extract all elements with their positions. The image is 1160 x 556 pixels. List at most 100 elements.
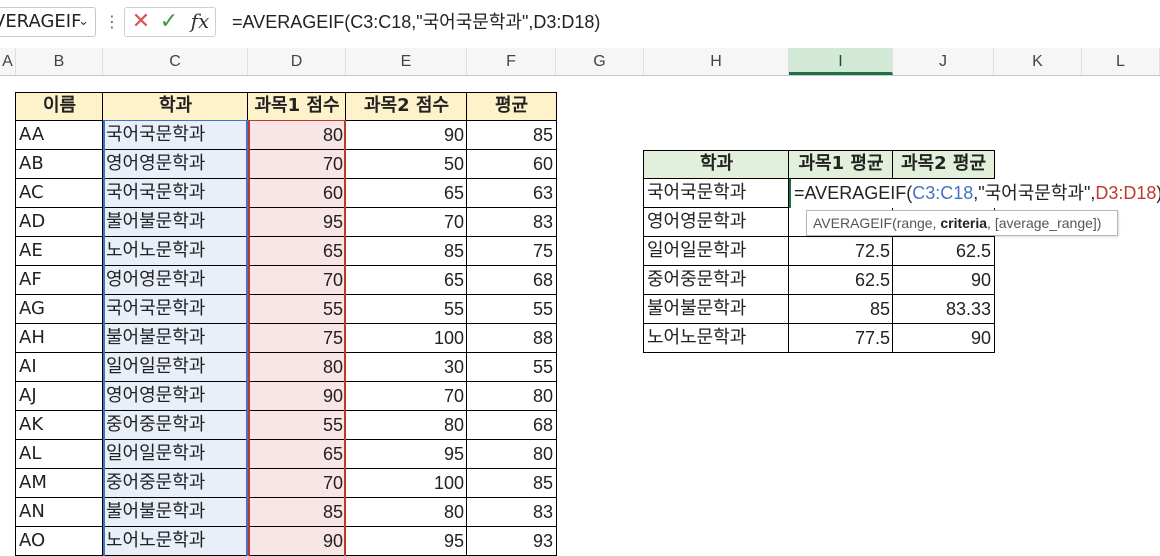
column-header-e[interactable]: E xyxy=(346,48,467,75)
table-cell[interactable]: 65 xyxy=(346,179,467,208)
table-cell[interactable]: 60 xyxy=(248,179,346,208)
table-cell[interactable]: 노어노문학과 xyxy=(103,237,248,266)
table-cell[interactable]: 영어영문학과 xyxy=(103,382,248,411)
summary-cell[interactable]: 77.5 xyxy=(789,324,893,353)
column-header-j[interactable]: J xyxy=(893,48,994,75)
summary-cell[interactable]: 중어중문학과 xyxy=(644,266,789,295)
column-header-c[interactable]: C xyxy=(103,48,248,75)
table-cell[interactable]: AB xyxy=(16,150,103,179)
table-cell[interactable]: 80 xyxy=(467,382,556,411)
table-cell[interactable]: 노어노문학과 xyxy=(103,527,248,556)
table-cell[interactable]: 일어일문학과 xyxy=(103,353,248,382)
summary-cell[interactable]: 85 xyxy=(789,295,893,324)
table-cell[interactable]: AI xyxy=(16,353,103,382)
table-cell[interactable]: 68 xyxy=(467,411,556,440)
table-cell[interactable]: 80 xyxy=(467,440,556,469)
table-cell[interactable]: 55 xyxy=(467,353,556,382)
table-cell[interactable]: 국어국문학과 xyxy=(103,121,248,150)
table-cell[interactable]: 50 xyxy=(346,150,467,179)
insert-function-icon[interactable]: fx xyxy=(188,7,212,35)
worksheet-grid[interactable]: 이름 학과 과목1 점수 과목2 점수 평균 AA 국어국문학과 80 90 85 AB 영어영문학과… xyxy=(0,76,1160,556)
table-cell[interactable]: 55 xyxy=(467,295,556,324)
formula-input[interactable]: =AVERAGEIF(C3:C18,"국어국문학과",D3:D18) xyxy=(220,6,1160,38)
table-cell[interactable]: 95 xyxy=(346,527,467,556)
table-cell[interactable]: 90 xyxy=(248,527,346,556)
table-cell[interactable]: 국어국문학과 xyxy=(103,295,248,324)
table-cell[interactable]: 85 xyxy=(467,121,556,150)
table-cell[interactable]: 95 xyxy=(248,208,346,237)
table-cell[interactable]: 국어국문학과 xyxy=(103,179,248,208)
table-cell[interactable]: AM xyxy=(16,469,103,498)
table-cell[interactable]: 65 xyxy=(248,237,346,266)
table-cell[interactable]: 불어불문학과 xyxy=(103,498,248,527)
table-cell[interactable]: 30 xyxy=(346,353,467,382)
table-cell[interactable]: 영어영문학과 xyxy=(103,150,248,179)
column-header-l[interactable]: L xyxy=(1082,48,1160,75)
column-header-a[interactable]: A xyxy=(0,48,16,75)
table-cell[interactable]: 85 xyxy=(467,469,556,498)
column-header-g[interactable]: G xyxy=(556,48,644,75)
table-cell[interactable]: AH xyxy=(16,324,103,353)
table-header-cell[interactable]: 과목1 점수 xyxy=(248,92,346,121)
table-cell[interactable]: 100 xyxy=(346,324,467,353)
table-cell[interactable]: 60 xyxy=(467,150,556,179)
chevron-down-icon[interactable]: ⌄ xyxy=(78,8,89,36)
summary-cell[interactable]: 영어영문학과 xyxy=(644,208,789,237)
table-cell[interactable]: 90 xyxy=(248,382,346,411)
table-cell[interactable]: 65 xyxy=(248,440,346,469)
table-cell[interactable]: 70 xyxy=(346,382,467,411)
table-cell[interactable]: 55 xyxy=(248,411,346,440)
table-cell[interactable]: 63 xyxy=(467,179,556,208)
table-cell[interactable]: 일어일문학과 xyxy=(103,440,248,469)
table-cell[interactable]: 88 xyxy=(467,324,556,353)
column-header-h[interactable]: H xyxy=(644,48,789,75)
table-cell[interactable]: AG xyxy=(16,295,103,324)
table-cell[interactable]: 중어중문학과 xyxy=(103,411,248,440)
table-cell[interactable]: 영어영문학과 xyxy=(103,266,248,295)
table-cell[interactable]: AD xyxy=(16,208,103,237)
table-cell[interactable]: AK xyxy=(16,411,103,440)
table-cell[interactable]: 80 xyxy=(346,411,467,440)
table-cell[interactable]: 55 xyxy=(346,295,467,324)
column-header-k[interactable]: K xyxy=(994,48,1082,75)
table-cell[interactable]: 불어불문학과 xyxy=(103,208,248,237)
table-cell[interactable]: 75 xyxy=(467,237,556,266)
table-cell[interactable]: 75 xyxy=(248,324,346,353)
summary-cell[interactable]: 62.5 xyxy=(893,237,994,266)
table-cell[interactable]: 불어불문학과 xyxy=(103,324,248,353)
table-cell[interactable]: 70 xyxy=(248,150,346,179)
table-cell[interactable]: 100 xyxy=(346,469,467,498)
table-header-cell[interactable]: 과목2 점수 xyxy=(346,92,467,121)
table-cell[interactable]: 55 xyxy=(248,295,346,324)
cancel-icon[interactable]: ✕ xyxy=(130,8,152,36)
active-cell-editor[interactable]: =AVERAGEIF(C3:C18,"국어국문학과",D3:D18) xyxy=(789,179,1160,208)
summary-header-cell[interactable]: 학과 xyxy=(644,150,789,179)
summary-cell[interactable]: 83.33 xyxy=(893,295,994,324)
table-cell[interactable]: AC xyxy=(16,179,103,208)
table-header-cell[interactable]: 이름 xyxy=(16,92,103,121)
name-box[interactable]: VERAGEIF ⌄ xyxy=(0,7,96,37)
summary-cell[interactable]: 90 xyxy=(893,324,994,353)
table-cell[interactable]: 80 xyxy=(248,353,346,382)
summary-cell[interactable]: 노어노문학과 xyxy=(644,324,789,353)
table-cell[interactable]: AA xyxy=(16,121,103,150)
table-cell[interactable]: 93 xyxy=(467,527,556,556)
table-cell[interactable]: 65 xyxy=(346,266,467,295)
table-cell[interactable]: AE xyxy=(16,237,103,266)
table-cell[interactable]: 83 xyxy=(467,208,556,237)
table-cell[interactable]: 68 xyxy=(467,266,556,295)
table-cell[interactable]: 80 xyxy=(346,498,467,527)
column-header-f[interactable]: F xyxy=(467,48,556,75)
table-cell[interactable]: 85 xyxy=(346,237,467,266)
summary-cell[interactable]: 90 xyxy=(893,266,994,295)
table-cell[interactable]: 중어중문학과 xyxy=(103,469,248,498)
table-cell[interactable]: 83 xyxy=(467,498,556,527)
table-cell[interactable]: 70 xyxy=(248,266,346,295)
summary-header-cell[interactable]: 과목2 평균 xyxy=(893,150,994,179)
summary-cell[interactable]: 일어일문학과 xyxy=(644,237,789,266)
column-header-d[interactable]: D xyxy=(248,48,346,75)
enter-icon[interactable]: ✓ xyxy=(158,8,180,36)
table-header-cell[interactable]: 평균 xyxy=(467,92,556,121)
table-cell[interactable]: AO xyxy=(16,527,103,556)
summary-header-cell[interactable]: 과목1 평균 xyxy=(789,150,893,179)
